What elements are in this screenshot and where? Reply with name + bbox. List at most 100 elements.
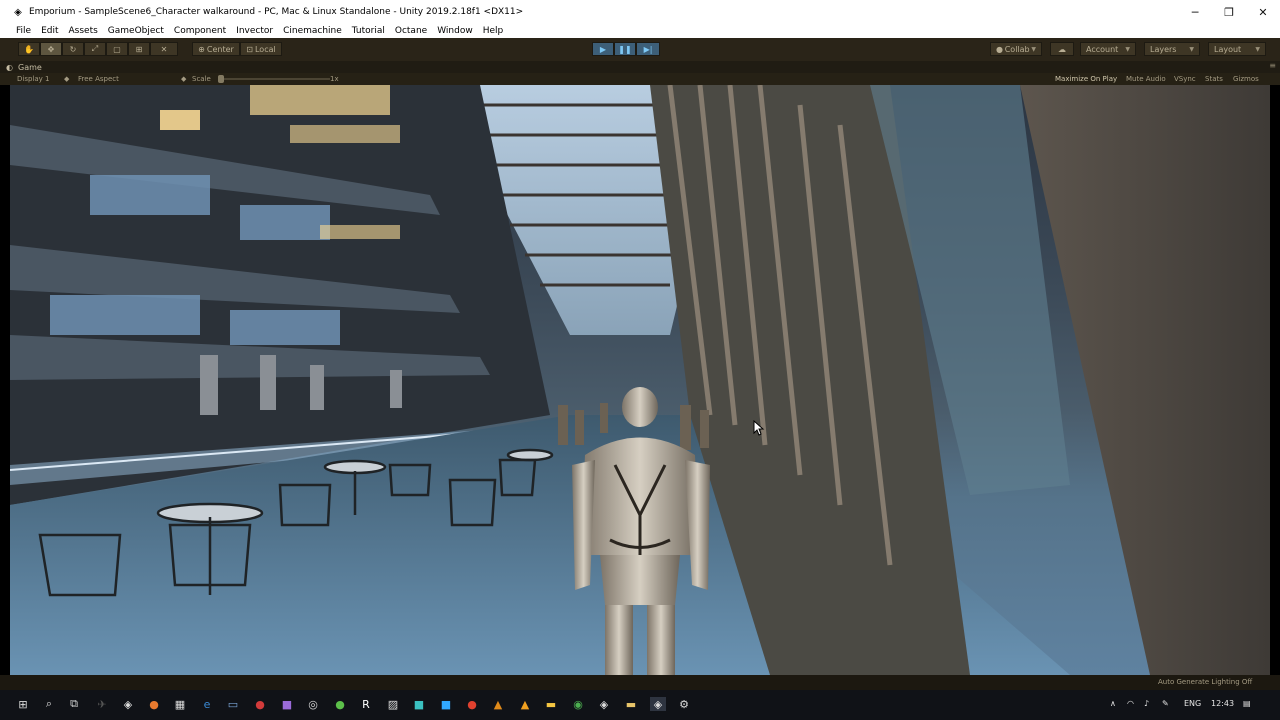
firefox-icon[interactable]: ● xyxy=(147,697,161,711)
pinned-app-icon[interactable]: ✈ xyxy=(95,697,109,711)
start-icon[interactable]: ⊞ xyxy=(16,697,30,711)
tray-chevron-icon[interactable]: ∧ xyxy=(1110,699,1116,708)
window-title: Emporium - SampleScene6_Character walkar… xyxy=(29,7,524,17)
chevron-down-icon: ▼ xyxy=(1031,45,1036,53)
recorder-icon[interactable]: ● xyxy=(465,697,479,711)
app-green-icon[interactable]: ● xyxy=(333,697,347,711)
unity-hub-icon[interactable]: ◈ xyxy=(121,697,135,711)
cloud-icon: ☁ xyxy=(1058,44,1066,54)
menu-help[interactable]: Help xyxy=(478,26,509,36)
pause-button[interactable]: ❚❚ xyxy=(614,42,636,56)
play-icon: ▶ xyxy=(599,44,607,54)
app-misc-icon[interactable]: ◈ xyxy=(597,697,611,711)
custom-tool-icon[interactable]: ✕ xyxy=(150,42,178,56)
close-button[interactable]: ✕ xyxy=(1246,0,1280,24)
blender-icon[interactable]: ▲ xyxy=(518,697,532,711)
lighting-status: Auto Generate Lighting Off xyxy=(1158,678,1253,686)
layers-dropdown[interactable]: Layers ▼ xyxy=(1144,42,1200,56)
menu-tutorial[interactable]: Tutorial xyxy=(347,26,390,36)
mail-icon[interactable]: ▭ xyxy=(226,697,240,711)
chevron-down-icon: ▼ xyxy=(1125,45,1130,53)
layout-dropdown[interactable]: Layout ▼ xyxy=(1208,42,1266,56)
move-tool-icon[interactable]: ✥ xyxy=(40,42,62,56)
chevron-down-icon: ▼ xyxy=(1255,45,1260,53)
settings-icon[interactable]: ⚙ xyxy=(677,697,691,711)
app-red-icon[interactable]: ● xyxy=(253,697,267,711)
unity-active-icon[interactable]: ◈ xyxy=(650,697,666,711)
display-select[interactable]: Display 1 xyxy=(17,75,49,83)
image-viewer-icon[interactable]: ▨ xyxy=(386,697,400,711)
search-icon[interactable]: ⌕ xyxy=(42,697,56,711)
chevron-down-icon: ◆ xyxy=(181,75,187,83)
pivot-center-button[interactable]: ⊕ Center xyxy=(192,42,240,56)
rect-tool-icon[interactable]: ▢ xyxy=(106,42,128,56)
menu-bar: File Edit Assets GameObject Component In… xyxy=(0,24,1280,38)
scale-slider-knob[interactable] xyxy=(218,75,224,83)
menu-cinemachine[interactable]: Cinemachine xyxy=(278,26,347,36)
chrome-icon[interactable]: ◉ xyxy=(571,697,585,711)
scale-label: Scale xyxy=(192,75,211,83)
collab-dropdown[interactable]: ● Collab ▼ xyxy=(990,42,1042,56)
maximize-button[interactable]: ❐ xyxy=(1212,0,1246,24)
hand-tool-icon[interactable]: ✋ xyxy=(18,42,40,56)
account-dropdown[interactable]: Account ▼ xyxy=(1080,42,1136,56)
folder-icon[interactable]: ▬ xyxy=(624,697,638,711)
menu-edit[interactable]: Edit xyxy=(36,26,63,36)
file-explorer-icon[interactable]: ▬ xyxy=(544,697,558,711)
language-indicator[interactable]: ENG xyxy=(1184,699,1201,708)
collab-icon: ● xyxy=(996,44,1003,54)
mouse-cursor-icon xyxy=(753,419,765,440)
main-toolbar: ✋ ✥ ↻ ⤢ ▢ ⊞ ✕ ⊕ Center ⊡ Local ▶ ❚❚ ▶| ●… xyxy=(0,38,1280,61)
cloud-button[interactable]: ☁ xyxy=(1050,42,1074,56)
menu-octane[interactable]: Octane xyxy=(390,26,432,36)
gizmos-dropdown[interactable]: Gizmos xyxy=(1233,75,1259,83)
volume-icon[interactable]: ♪ xyxy=(1144,699,1149,708)
wifi-icon[interactable]: ◠ xyxy=(1127,699,1134,708)
game-viewport[interactable] xyxy=(10,85,1270,675)
game-view-controls: Display 1 ◆ Free Aspect ◆ Scale 1x Maxim… xyxy=(0,73,1280,85)
mute-audio-toggle[interactable]: Mute Audio xyxy=(1126,75,1166,83)
app-teal-icon[interactable]: ■ xyxy=(412,697,426,711)
pen-icon[interactable]: ✎ xyxy=(1162,699,1169,708)
vlc-icon[interactable]: ▲ xyxy=(491,697,505,711)
after-effects-icon[interactable]: ■ xyxy=(280,697,294,711)
game-tab-icon: ◐ xyxy=(6,62,13,72)
scene-render xyxy=(10,85,1270,675)
play-button[interactable]: ▶ xyxy=(592,42,614,56)
tab-menu-icon[interactable]: ≡ xyxy=(1269,61,1276,70)
rider-icon[interactable]: R xyxy=(359,697,373,711)
menu-assets[interactable]: Assets xyxy=(64,26,103,36)
scale-slider[interactable] xyxy=(218,75,330,83)
transform-tool-icon[interactable]: ⊞ xyxy=(128,42,150,56)
layout-label: Layout xyxy=(1214,44,1242,54)
aspect-select[interactable]: Free Aspect xyxy=(78,75,119,83)
vsync-toggle[interactable]: VSync xyxy=(1174,75,1196,83)
notifications-icon[interactable]: ▤ xyxy=(1243,699,1251,708)
local-icon: ⊡ xyxy=(246,44,253,54)
maximize-on-play-toggle[interactable]: Maximize On Play xyxy=(1055,75,1117,83)
menu-file[interactable]: File xyxy=(0,26,36,36)
windows-taskbar: ⊞ ⌕ ⧉ ✈ ◈ ● ▦ e ▭ ● ■ ◎ ● R ▨ ■ ■ ● ▲ ▲ … xyxy=(0,690,1280,720)
edge-icon[interactable]: e xyxy=(200,697,214,711)
calculator-icon[interactable]: ▦ xyxy=(173,697,187,711)
scale-tool-icon[interactable]: ⤢ xyxy=(84,42,106,56)
rotate-tool-icon[interactable]: ↻ xyxy=(62,42,84,56)
photoshop-icon[interactable]: ■ xyxy=(439,697,453,711)
menu-invector[interactable]: Invector xyxy=(231,26,278,36)
clock[interactable]: 12:43 xyxy=(1211,699,1234,708)
pivot-local-button[interactable]: ⊡ Local xyxy=(240,42,282,56)
task-view-icon[interactable]: ⧉ xyxy=(67,697,81,711)
stats-toggle[interactable]: Stats xyxy=(1205,75,1223,83)
layers-label: Layers xyxy=(1150,44,1177,54)
local-label: Local xyxy=(254,44,276,54)
collab-label: Collab xyxy=(1004,44,1030,54)
screen-recorder-icon[interactable]: ◎ xyxy=(306,697,320,711)
step-button[interactable]: ▶| xyxy=(636,42,660,56)
tab-game[interactable]: Game xyxy=(18,63,42,72)
menu-component[interactable]: Component xyxy=(169,26,231,36)
pivot-label: Center xyxy=(206,44,234,54)
menu-window[interactable]: Window xyxy=(432,26,478,36)
account-label: Account xyxy=(1086,44,1119,54)
menu-gameobject[interactable]: GameObject xyxy=(103,26,169,36)
minimize-button[interactable]: ─ xyxy=(1178,0,1212,24)
